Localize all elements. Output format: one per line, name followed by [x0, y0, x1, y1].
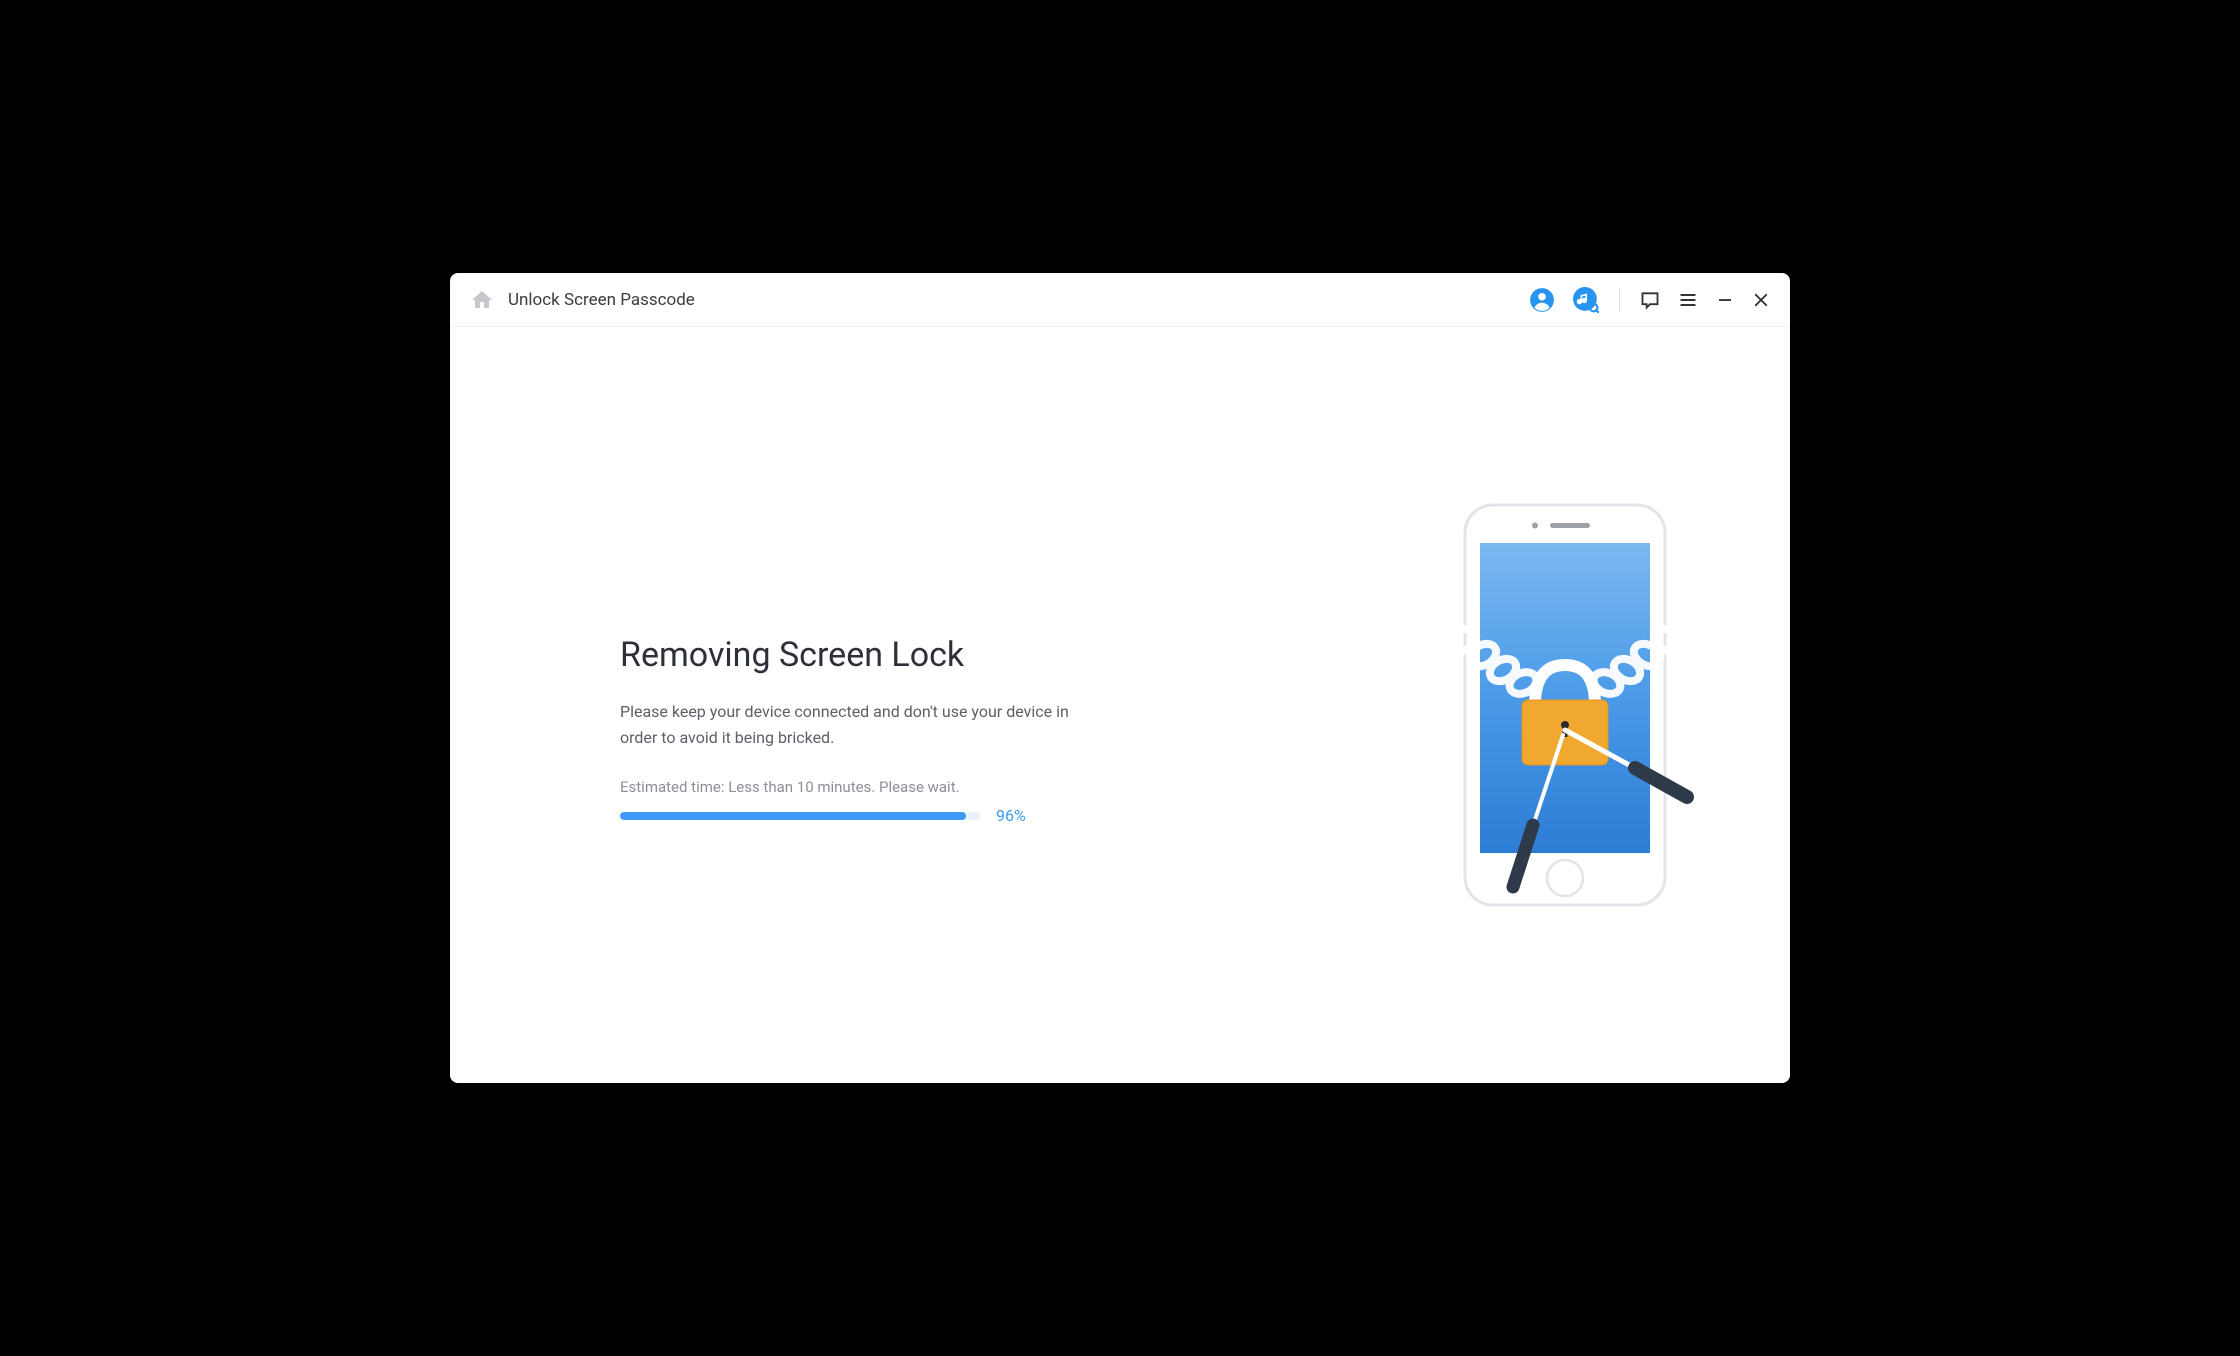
phone-lock-illustration [1425, 495, 1665, 915]
progress-row: 96% [620, 806, 1400, 825]
main-content: Removing Screen Lock Please keep your de… [450, 327, 1790, 1083]
page-title: Unlock Screen Passcode [508, 290, 695, 310]
main-heading: Removing Screen Lock [620, 635, 1400, 675]
titlebar-left: Unlock Screen Passcode [470, 288, 1529, 312]
hamburger-icon [1678, 290, 1698, 310]
description-text: Please keep your device connected and do… [620, 699, 1100, 750]
app-window: Unlock Screen Passcode [450, 273, 1790, 1083]
chat-icon [1640, 290, 1660, 310]
menu-button[interactable] [1678, 290, 1698, 310]
progress-percent-label: 96% [996, 806, 1026, 825]
titlebar: Unlock Screen Passcode [450, 273, 1790, 327]
titlebar-right [1529, 287, 1770, 313]
account-button[interactable] [1529, 287, 1555, 313]
home-button[interactable] [470, 288, 494, 312]
close-icon [1752, 291, 1770, 309]
feedback-button[interactable] [1640, 290, 1660, 310]
progress-panel: Removing Screen Lock Please keep your de… [620, 585, 1400, 825]
user-circle-icon [1529, 287, 1555, 313]
progress-fill [620, 812, 966, 820]
music-search-button[interactable] [1573, 287, 1599, 313]
titlebar-divider [1619, 288, 1620, 312]
minimize-button[interactable] [1716, 291, 1734, 309]
music-search-icon [1573, 287, 1599, 313]
estimated-time-text: Estimated time: Less than 10 minutes. Pl… [620, 778, 1400, 796]
illustration-panel [1400, 495, 1720, 915]
home-icon [470, 288, 494, 312]
minimize-icon [1716, 291, 1734, 309]
progress-bar [620, 812, 980, 820]
close-button[interactable] [1752, 291, 1770, 309]
